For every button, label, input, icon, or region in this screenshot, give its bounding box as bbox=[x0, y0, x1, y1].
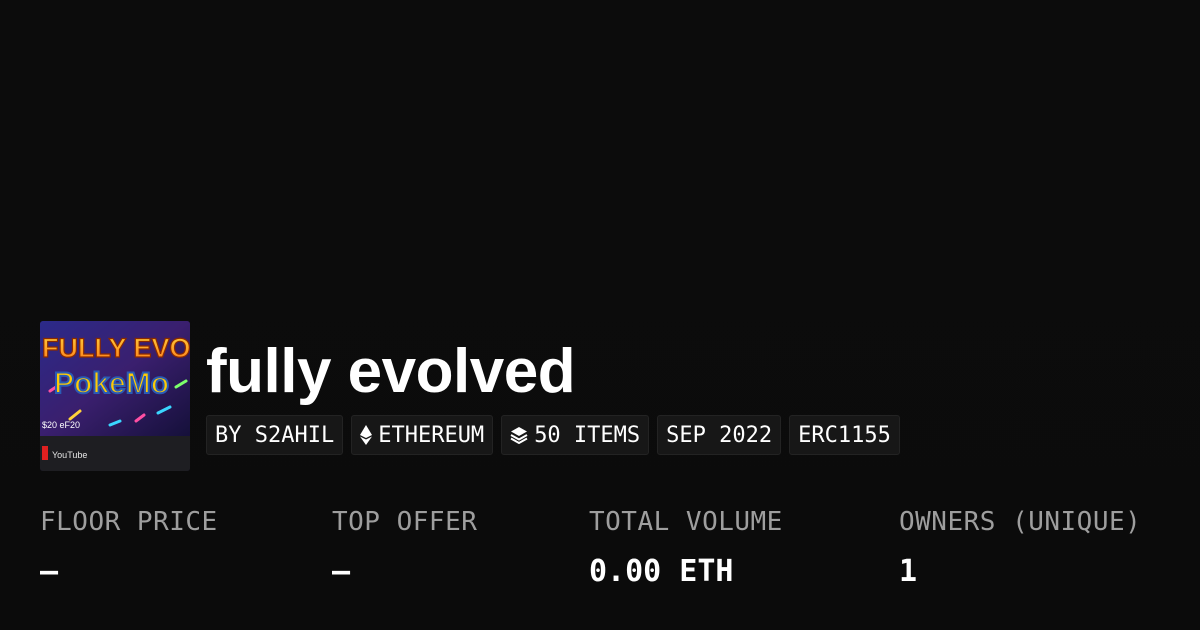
layers-icon bbox=[510, 426, 528, 444]
floor-price-label: FLOOR PRICE bbox=[40, 507, 218, 537]
top-offer-value: – bbox=[332, 554, 351, 589]
standard-label: ERC1155 bbox=[798, 422, 891, 448]
date-tag: SEP 2022 bbox=[657, 415, 782, 455]
total-volume-label: TOTAL VOLUME bbox=[589, 507, 783, 537]
total-volume-stat: TOTAL VOLUME 0.00 ETH bbox=[589, 505, 783, 589]
collection-title: fully evolved bbox=[206, 337, 576, 406]
creator-tag[interactable]: BY S2AHIL bbox=[206, 415, 344, 455]
standard-tag: ERC1155 bbox=[789, 415, 900, 455]
items-tag[interactable]: 50 ITEMS bbox=[501, 415, 650, 455]
thumbnail-headline: FULLY EVOL bbox=[42, 333, 190, 363]
thumbnail-subline: PokeMo bbox=[54, 367, 169, 400]
owners-label: OWNERS (UNIQUE) bbox=[899, 507, 1142, 537]
collection-thumbnail[interactable]: FULLY EVOL PokeMo $20 eF20 YouTube bbox=[40, 321, 190, 471]
thumbnail-artwork: FULLY EVOL PokeMo $20 eF20 YouTube bbox=[40, 321, 190, 471]
items-label: 50 ITEMS bbox=[534, 422, 641, 448]
ethereum-icon bbox=[360, 425, 373, 445]
top-offer-stat: TOP OFFER – bbox=[332, 505, 477, 589]
date-label: SEP 2022 bbox=[666, 422, 773, 448]
top-offer-label: TOP OFFER bbox=[332, 507, 478, 537]
creator-label: BY S2AHIL bbox=[215, 422, 335, 448]
thumbnail-footer: YouTube bbox=[52, 450, 87, 460]
floor-price-value: – bbox=[40, 554, 59, 589]
chain-label: ETHEREUM bbox=[378, 422, 485, 448]
floor-price-stat: FLOOR PRICE – bbox=[40, 505, 218, 589]
chain-tag[interactable]: ETHEREUM bbox=[351, 415, 494, 455]
owners-stat: OWNERS (UNIQUE) 1 bbox=[899, 505, 1141, 589]
thumbnail-caption: $20 eF20 bbox=[42, 420, 80, 430]
collection-tags: BY S2AHIL ETHEREUM 50 ITEMS SEP 2022 ERC… bbox=[206, 415, 900, 455]
total-volume-value: 0.00 ETH bbox=[589, 554, 734, 589]
collection-card: FULLY EVOL PokeMo $20 eF20 YouTube fully… bbox=[0, 0, 1200, 630]
owners-value: 1 bbox=[899, 554, 918, 589]
